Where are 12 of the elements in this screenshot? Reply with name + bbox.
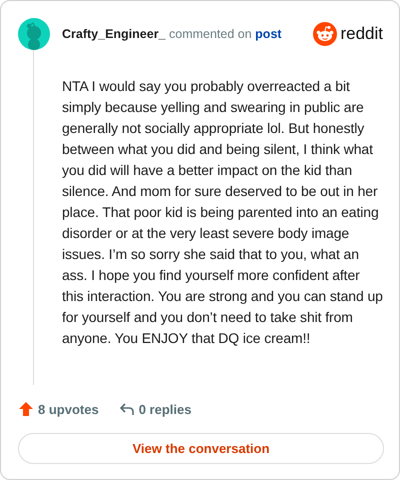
- reply-arrow-icon: [118, 402, 135, 416]
- alien-logo-icon: [313, 22, 338, 46]
- post-link[interactable]: post: [255, 27, 282, 41]
- upvote-arrow-icon: [18, 401, 34, 417]
- avatar-icon: [18, 18, 50, 50]
- upvote-count: 8 upvotes: [38, 402, 99, 416]
- comment-text: NTA I would say you probably overreacted a bit simply because yelling and swearing in public are generally not socially appropriate lol. But honestly between what you did and being silent, I think what you did will have a better impact on the kid than silence. And mom for sure deserved to be out in her place. That poor kid is being parented into an eating disorder or at the very least severe body image issues. I’m so sorry she said that to you, what an ass. I hope you find yourself more confident after this interaction. You are strong and you can stand up for yourself and you don’t need to take shit from anyone. You ENJOY that DQ ice cream!!: [62, 77, 383, 348]
- brand-wordmark: reddit: [340, 24, 383, 44]
- view-conversation-button[interactable]: View the conversation: [18, 433, 384, 464]
- action-text: commented on: [169, 27, 252, 41]
- reply-count: 0 replies: [138, 402, 192, 416]
- author-name[interactable]: Crafty_Engineer_: [62, 27, 166, 41]
